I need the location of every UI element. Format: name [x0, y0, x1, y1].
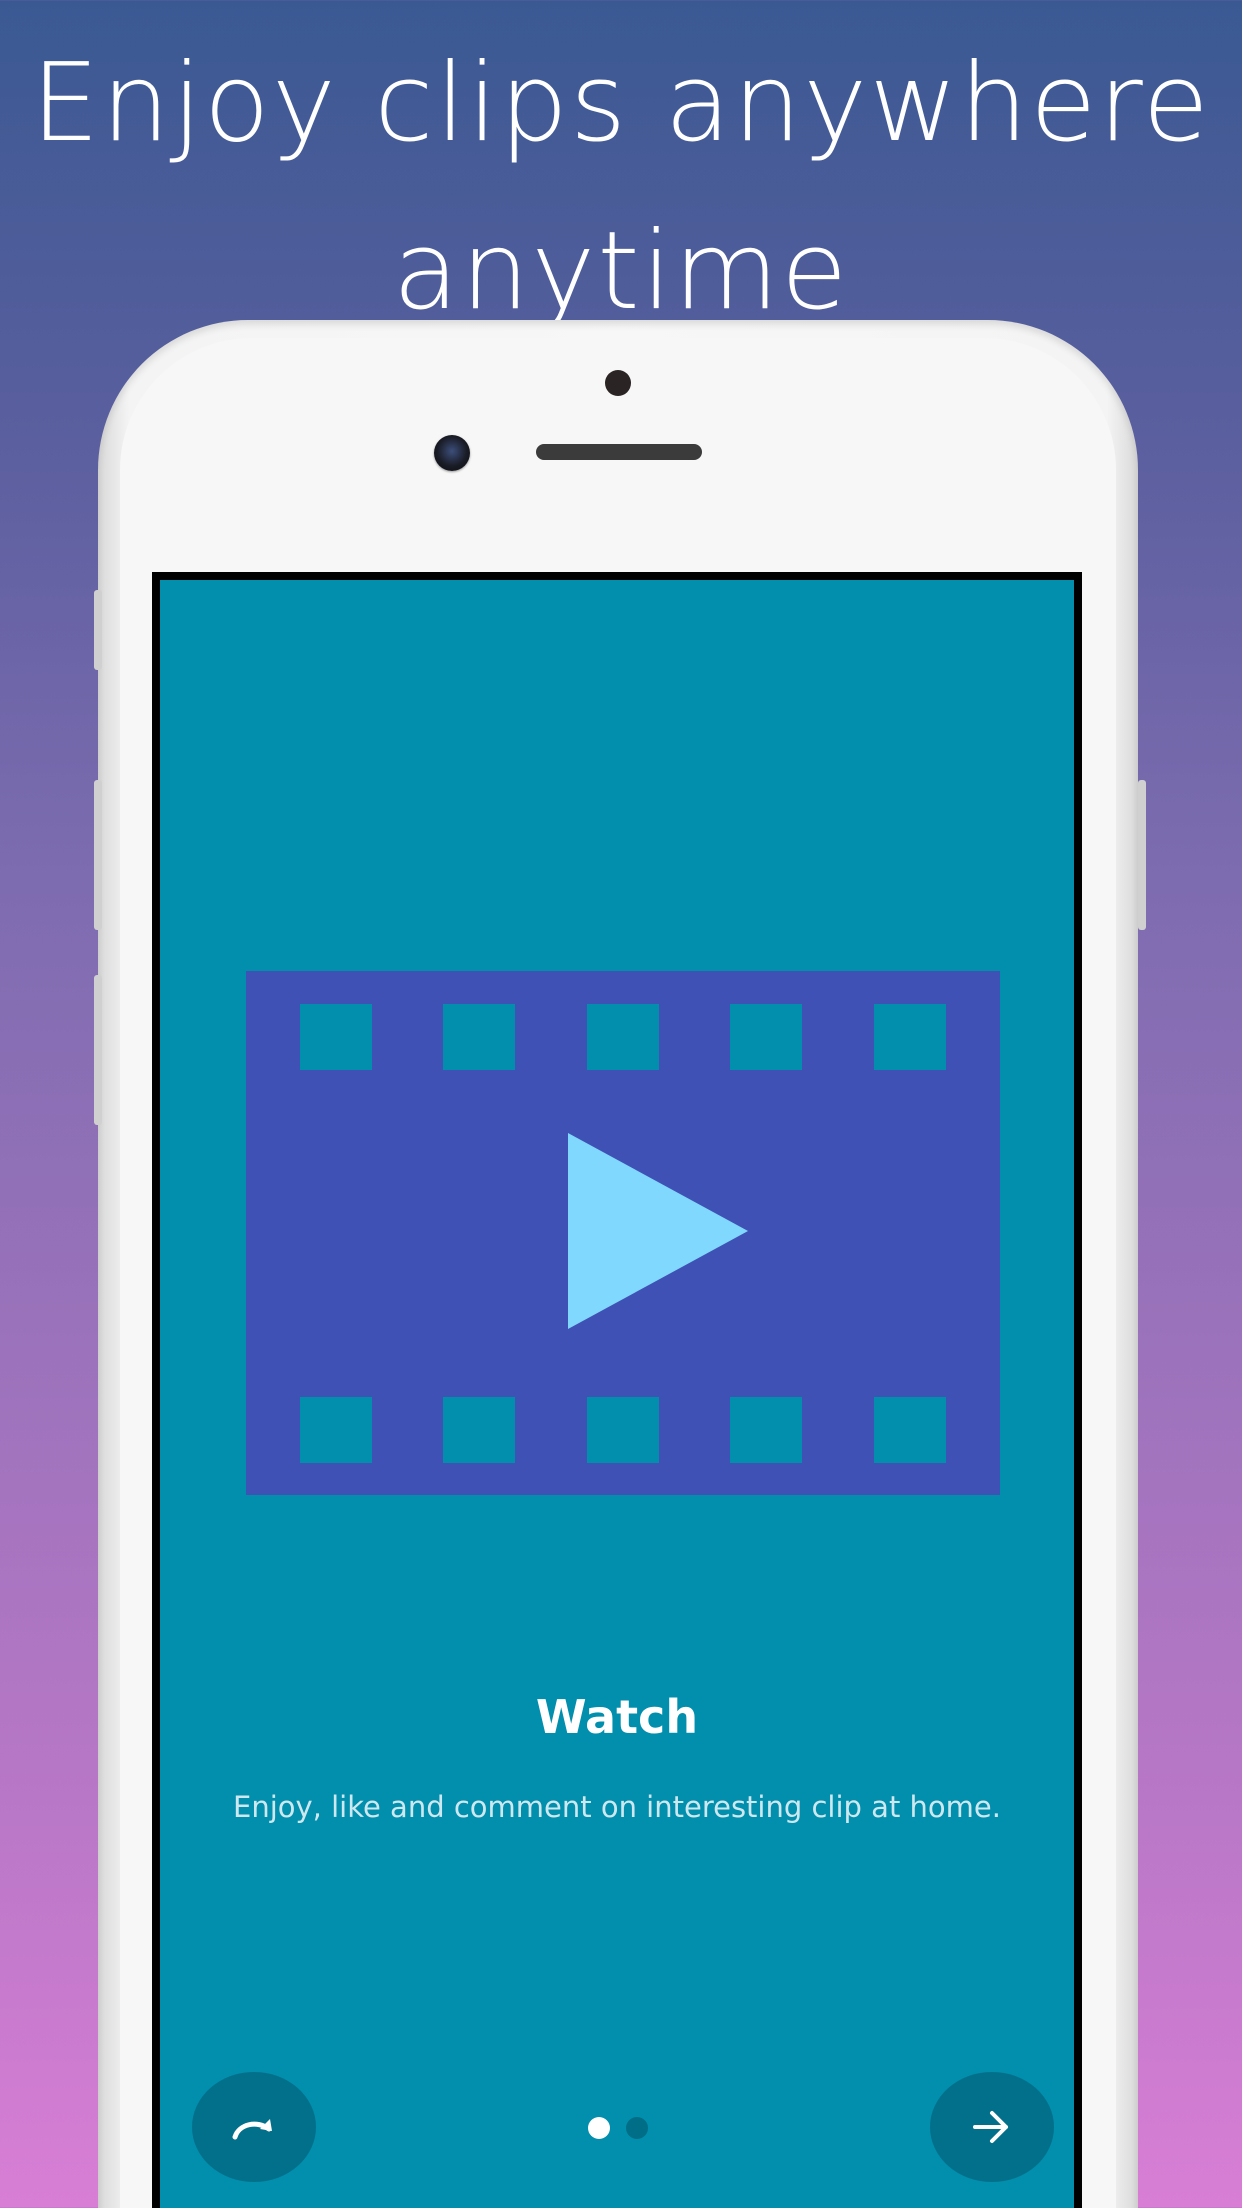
- play-triangle: [568, 1133, 748, 1329]
- promo-headline: Enjoy clips anywhere anytime: [0, 20, 1242, 356]
- phone-volume-up-button: [94, 780, 102, 930]
- film-hole: [300, 1397, 372, 1463]
- page-dot[interactable]: [626, 2117, 648, 2139]
- arrow-right-icon: [973, 2111, 1008, 2143]
- onboarding-description: Enjoy, like and comment on interesting c…: [233, 1790, 1001, 1824]
- next-button[interactable]: [930, 2072, 1054, 2182]
- phone-volume-down-button: [94, 975, 102, 1125]
- video-film-play-icon: [246, 971, 1000, 1495]
- film-hole: [300, 1004, 372, 1070]
- film-hole: [443, 1397, 515, 1463]
- earpiece-speaker: [536, 444, 702, 460]
- skip-redo-arrow-icon: [232, 2119, 272, 2140]
- onboarding-title: Watch: [535, 1690, 699, 1744]
- page-indicator: [588, 2117, 648, 2139]
- film-hole: [730, 1004, 802, 1070]
- film-hole: [587, 1397, 659, 1463]
- front-camera: [434, 435, 470, 471]
- film-hole: [874, 1397, 946, 1463]
- phone-mute-switch: [94, 590, 102, 670]
- onboarding-page: Watch Enjoy, like and comment on interes…: [160, 580, 1074, 2208]
- film-hole: [587, 1004, 659, 1070]
- skip-button[interactable]: [192, 2072, 316, 2182]
- phone-power-button: [1138, 780, 1146, 930]
- film-hole: [874, 1004, 946, 1070]
- promo-headline-line1: Enjoy clips anywhere: [31, 41, 1211, 166]
- phone-screen: Watch Enjoy, like and comment on interes…: [152, 572, 1082, 2208]
- page-dot-active[interactable]: [588, 2117, 610, 2139]
- film-hole: [730, 1397, 802, 1463]
- proximity-sensor: [605, 370, 631, 396]
- film-hole: [443, 1004, 515, 1070]
